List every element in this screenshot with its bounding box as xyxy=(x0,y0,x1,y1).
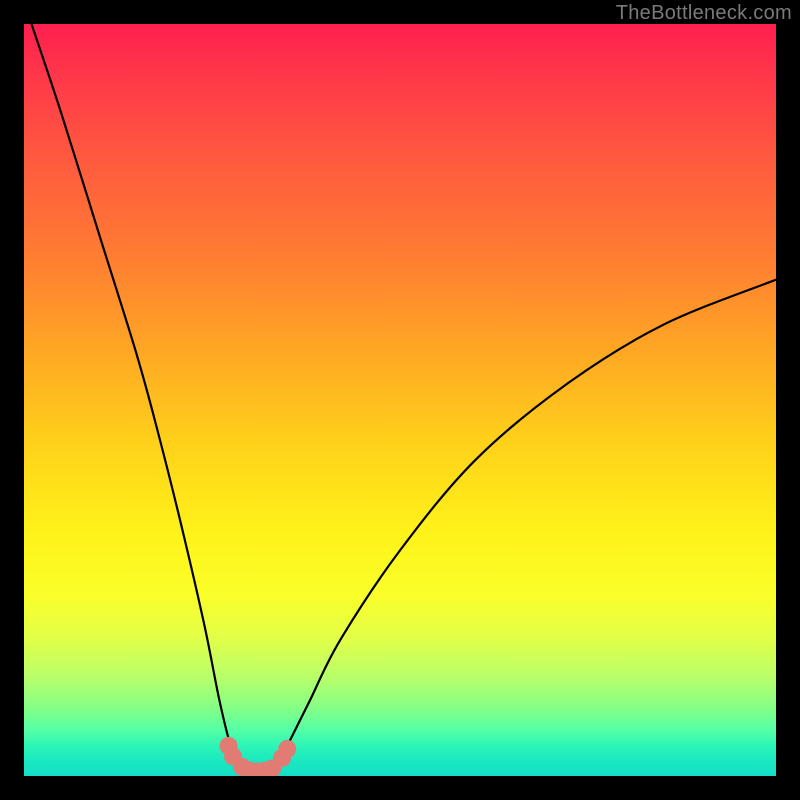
bottleneck-curve-path xyxy=(32,24,776,773)
bottleneck-curve-svg xyxy=(24,24,776,776)
watermark-label: TheBottleneck.com xyxy=(616,2,792,25)
curve-marker-dot xyxy=(278,740,296,758)
curve-marker-group xyxy=(220,737,297,776)
chart-frame xyxy=(24,24,776,776)
